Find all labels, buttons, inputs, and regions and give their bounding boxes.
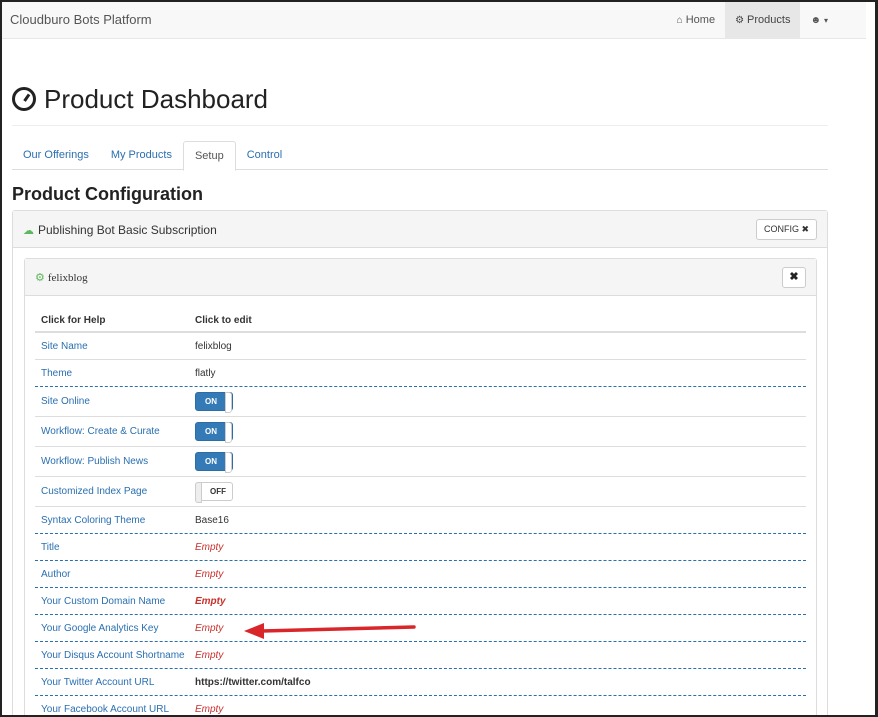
help-link-workflow-publish[interactable]: Workflow: Publish News: [35, 456, 195, 467]
help-link-custom-domain[interactable]: Your Custom Domain Name: [35, 596, 195, 607]
toggle-workflow-create[interactable]: ON: [195, 422, 233, 443]
section-title: Product Configuration: [12, 184, 203, 204]
help-link-syntax-theme[interactable]: Syntax Coloring Theme: [35, 515, 195, 526]
nav-home-label: Home: [685, 14, 716, 26]
tab-my-products[interactable]: My Products: [100, 141, 183, 170]
site-title-text: felixblog: [47, 271, 88, 284]
help-link-site-online[interactable]: Site Online: [35, 396, 195, 407]
cloud-icon: ☁: [23, 224, 34, 237]
value-author[interactable]: Empty: [195, 569, 223, 580]
toggle-workflow-publish-label: ON: [205, 457, 217, 466]
table-row: Workflow: Create & Curate ON: [35, 417, 806, 447]
dashboard-icon: [12, 87, 36, 111]
subscription-panel: ☁ Publishing Bot Basic Subscription CONF…: [12, 210, 828, 715]
tab-our-offerings[interactable]: Our Offerings: [12, 141, 100, 170]
value-title[interactable]: Empty: [195, 542, 223, 553]
table-row: Your Twitter Account URL https://twitter…: [35, 669, 806, 696]
user-menu[interactable]: ☻ ▾: [800, 2, 866, 38]
config-button[interactable]: CONFIG ✖: [755, 219, 817, 240]
config-table: Click for Help Click to edit Site Name f…: [35, 309, 806, 715]
table-row: Site Online ON: [35, 387, 806, 417]
toggle-site-online[interactable]: ON: [195, 392, 233, 413]
red-arrow-annotation: [244, 623, 416, 639]
table-row: Workflow: Publish News ON: [35, 447, 806, 477]
help-link-twitter[interactable]: Your Twitter Account URL: [35, 677, 195, 688]
tab-control[interactable]: Control: [236, 141, 293, 170]
table-row: Your Facebook Account URL Empty: [35, 696, 806, 715]
brand-link[interactable]: Cloudburo Bots Platform: [10, 12, 152, 27]
site-title: ⚙ felixblog: [35, 271, 88, 285]
tabs: Our Offerings My Products Setup Control: [12, 141, 828, 171]
subscription-title: ☁ Publishing Bot Basic Subscription: [23, 223, 217, 237]
help-link-workflow-create[interactable]: Workflow: Create & Curate: [35, 426, 195, 437]
cog-icon: ⚙: [35, 272, 45, 284]
table-row: Site Name felixblog: [35, 333, 806, 360]
value-facebook[interactable]: Empty: [195, 704, 223, 715]
help-link-disqus[interactable]: Your Disqus Account Shortname: [35, 650, 195, 661]
page-header: Product Dashboard: [12, 82, 828, 126]
table-row: Your Disqus Account Shortname Empty: [35, 642, 806, 669]
value-disqus[interactable]: Empty: [195, 650, 223, 661]
help-link-author[interactable]: Author: [35, 569, 195, 580]
table-row: Your Google Analytics Key Empty: [35, 615, 806, 642]
col-help-header: Click for Help: [41, 314, 106, 326]
toggle-customized-index-label: OFF: [210, 487, 226, 496]
tab-setup[interactable]: Setup: [182, 141, 236, 171]
page-title: Product Dashboard: [12, 82, 828, 116]
toggle-workflow-publish[interactable]: ON: [195, 452, 233, 473]
page-title-text: Product Dashboard: [44, 83, 269, 114]
table-header: Click for Help Click to edit: [35, 309, 806, 333]
table-row: Your Custom Domain Name Empty: [35, 588, 806, 615]
user-icon: ☻: [810, 14, 821, 26]
value-google-analytics[interactable]: Empty: [195, 623, 223, 634]
nav-home[interactable]: ⌂ Home: [667, 2, 725, 38]
navbar: Cloudburo Bots Platform ⌂ Home ⚙ Product…: [2, 2, 866, 39]
help-link-facebook[interactable]: Your Facebook Account URL: [35, 704, 195, 715]
toggle-customized-index[interactable]: OFF: [195, 482, 233, 503]
value-syntax-theme[interactable]: Base16: [195, 515, 229, 526]
site-panel: ⚙ felixblog ✖ Click for Help Click to ed…: [24, 258, 817, 715]
help-link-google-analytics[interactable]: Your Google Analytics Key: [35, 623, 195, 634]
table-row: Author Empty: [35, 561, 806, 588]
col-edit-header: Click to edit: [195, 314, 252, 326]
help-link-title[interactable]: Title: [35, 542, 195, 553]
site-panel-heading: ⚙ felixblog ✖: [25, 259, 816, 296]
subscription-panel-heading: ☁ Publishing Bot Basic Subscription CONF…: [13, 211, 827, 248]
table-row: Syntax Coloring Theme Base16: [35, 507, 806, 534]
help-link-site-name[interactable]: Site Name: [35, 341, 195, 352]
browser-frame: Cloudburo Bots Platform ⌂ Home ⚙ Product…: [0, 0, 878, 717]
chevron-down-icon: ▾: [823, 15, 828, 25]
value-custom-domain[interactable]: Empty: [195, 596, 226, 607]
subscription-title-text: Publishing Bot Basic Subscription: [38, 223, 217, 237]
nav-products-label: Products: [747, 14, 791, 26]
toggle-workflow-create-label: ON: [205, 427, 217, 436]
help-link-customized-index[interactable]: Customized Index Page: [35, 486, 195, 497]
table-row: Title Empty: [35, 534, 806, 561]
help-link-theme[interactable]: Theme: [35, 368, 195, 379]
value-site-name[interactable]: felixblog: [195, 341, 232, 352]
nav-products[interactable]: ⚙ Products: [725, 2, 801, 38]
value-theme[interactable]: flatly: [195, 368, 216, 379]
home-icon: ⌂: [676, 14, 683, 26]
nav-right: ⌂ Home ⚙ Products ☻ ▾: [667, 2, 866, 38]
table-row: Theme flatly: [35, 360, 806, 387]
gear-icon: ⚙: [735, 14, 745, 26]
close-button[interactable]: ✖: [782, 267, 806, 288]
table-row: Customized Index Page OFF: [35, 477, 806, 507]
toggle-site-online-label: ON: [205, 397, 217, 406]
value-twitter[interactable]: https://twitter.com/talfco: [195, 677, 311, 688]
